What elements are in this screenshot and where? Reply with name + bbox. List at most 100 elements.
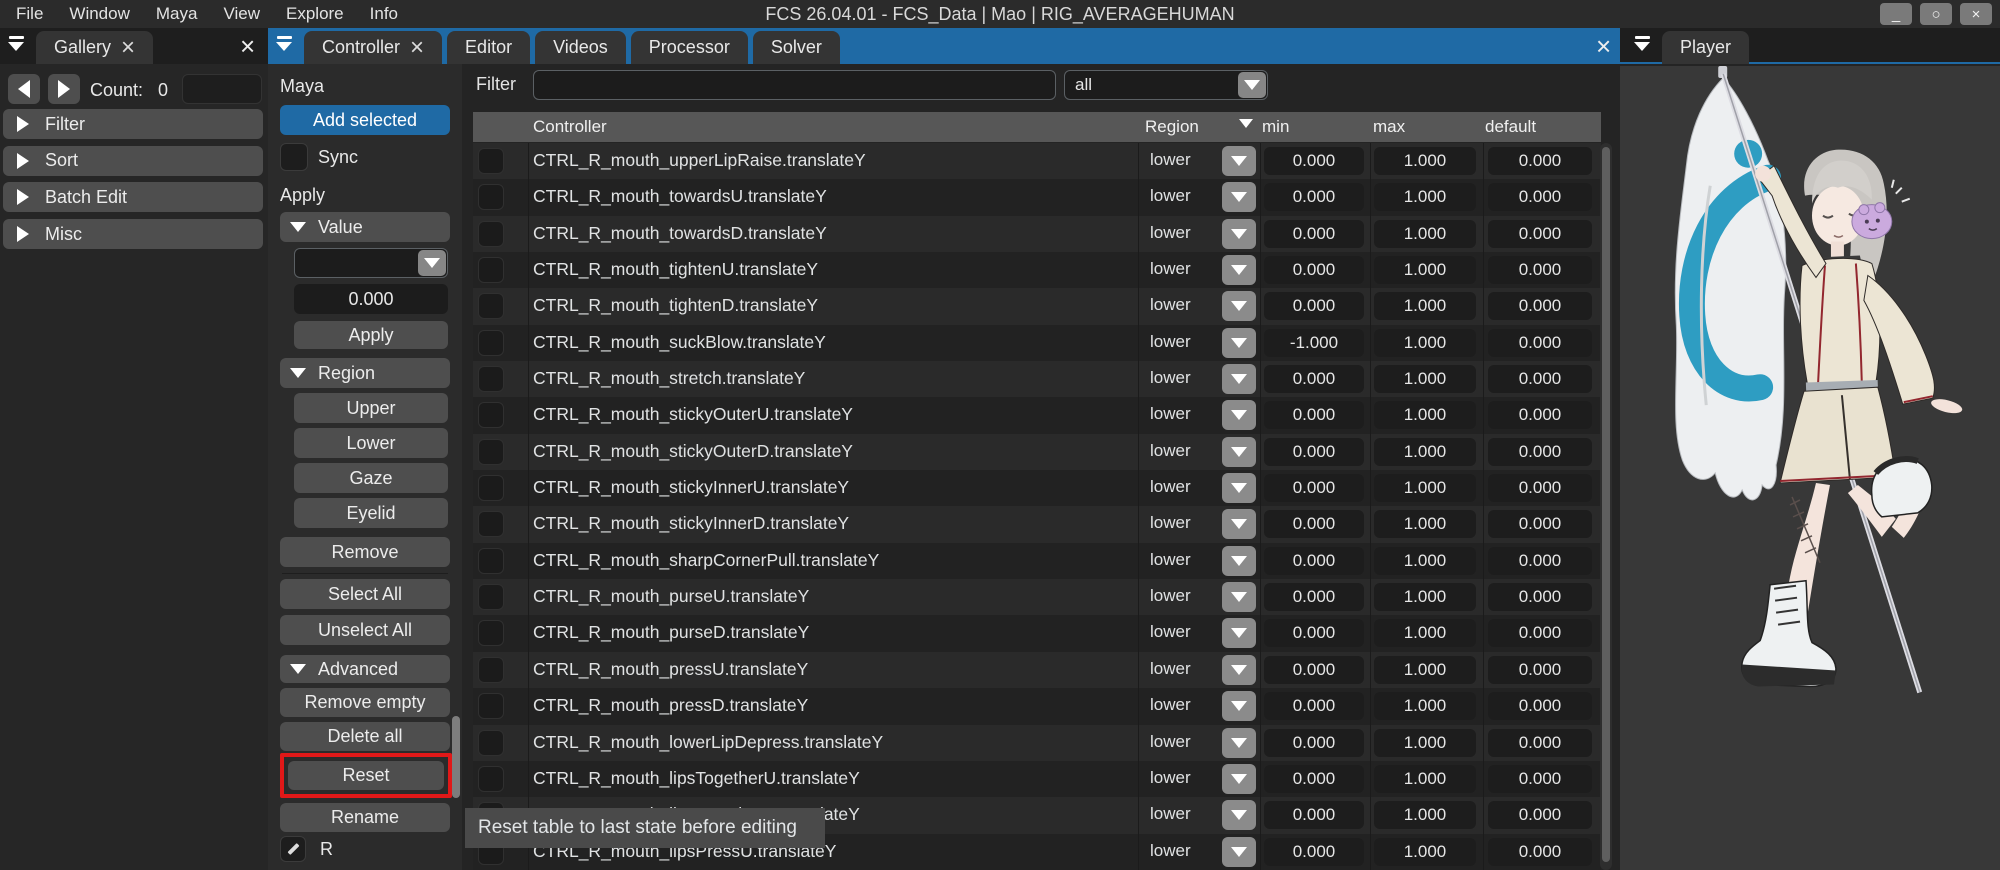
table-row[interactable]: CTRL_R_mouth_stickyInnerD.translateYlowe…: [473, 506, 1601, 542]
max-value-field[interactable]: 1.000: [1374, 583, 1476, 611]
section-batch-edit[interactable]: Batch Edit: [3, 182, 263, 212]
region-dropdown-button[interactable]: [1222, 255, 1256, 285]
apply-button[interactable]: Apply: [294, 321, 448, 349]
menu-file[interactable]: File: [16, 4, 43, 24]
min-value-field[interactable]: 0.000: [1264, 583, 1364, 611]
region-section-header[interactable]: Region: [280, 358, 450, 388]
upper-button[interactable]: Upper: [294, 393, 448, 423]
table-scrollbar[interactable]: [1600, 143, 1612, 870]
tab-solver[interactable]: Solver: [753, 31, 840, 64]
max-value-field[interactable]: 1.000: [1374, 547, 1476, 575]
default-value-field[interactable]: 0.000: [1488, 801, 1592, 829]
region-dropdown-button[interactable]: [1222, 146, 1256, 176]
max-value-field[interactable]: 1.000: [1374, 147, 1476, 175]
region-dropdown-button[interactable]: [1222, 546, 1256, 576]
default-value-field[interactable]: 0.000: [1488, 220, 1592, 248]
min-value-field[interactable]: 0.000: [1264, 256, 1364, 284]
default-value-field[interactable]: 0.000: [1488, 510, 1592, 538]
default-value-field[interactable]: 0.000: [1488, 183, 1592, 211]
region-dropdown-button[interactable]: [1222, 328, 1256, 358]
max-value-field[interactable]: 1.000: [1374, 619, 1476, 647]
sort-caret-icon[interactable]: [1239, 119, 1253, 128]
min-value-field[interactable]: 0.000: [1264, 438, 1364, 466]
row-checkbox[interactable]: [478, 366, 504, 392]
rename-button[interactable]: Rename: [280, 803, 450, 832]
rename-mode-checkbox[interactable]: [280, 836, 306, 862]
row-checkbox[interactable]: [478, 620, 504, 646]
max-value-field[interactable]: 1.000: [1374, 692, 1476, 720]
dropdown-button[interactable]: [1238, 72, 1266, 98]
max-value-field[interactable]: 1.000: [1374, 729, 1476, 757]
filter-input[interactable]: [533, 70, 1056, 100]
default-value-field[interactable]: 0.000: [1488, 401, 1592, 429]
region-dropdown-button[interactable]: [1222, 291, 1256, 321]
tab-controller[interactable]: Controller×: [304, 31, 442, 64]
row-checkbox[interactable]: [478, 184, 504, 210]
table-row[interactable]: CTRL_R_mouth_suckBlow.translateYlower-1.…: [473, 325, 1601, 361]
row-checkbox[interactable]: [478, 584, 504, 610]
gallery-panel-close-icon[interactable]: ×: [240, 30, 255, 62]
select-all-button[interactable]: Select All: [280, 579, 450, 609]
panel-menu-caret-icon[interactable]: [8, 36, 24, 51]
menu-explore[interactable]: Explore: [286, 4, 344, 24]
tab-gallery-close-icon[interactable]: ×: [121, 36, 135, 60]
max-value-field[interactable]: 1.000: [1374, 438, 1476, 466]
table-row[interactable]: CTRL_R_mouth_pressU.translateYlower0.000…: [473, 652, 1601, 688]
region-dropdown-button[interactable]: [1222, 509, 1256, 539]
default-value-field[interactable]: 0.000: [1488, 619, 1592, 647]
remove-empty-button[interactable]: Remove empty: [280, 688, 450, 717]
default-value-field[interactable]: 0.000: [1488, 292, 1592, 320]
max-value-field[interactable]: 1.000: [1374, 292, 1476, 320]
gaze-button[interactable]: Gaze: [294, 463, 448, 493]
min-value-field[interactable]: 0.000: [1264, 401, 1364, 429]
column-header-default[interactable]: default: [1485, 117, 1536, 137]
close-window-button[interactable]: ×: [1960, 3, 1992, 25]
value-type-dropdown[interactable]: [294, 248, 448, 278]
table-row[interactable]: CTRL_R_mouth_purseD.translateYlower0.000…: [473, 615, 1601, 651]
table-row[interactable]: CTRL_R_mouth_pressD.translateYlower0.000…: [473, 688, 1601, 724]
column-header-region[interactable]: Region: [1145, 117, 1199, 137]
min-value-field[interactable]: 0.000: [1264, 656, 1364, 684]
table-row[interactable]: CTRL_R_mouth_stretch.translateYlower0.00…: [473, 361, 1601, 397]
row-checkbox[interactable]: [478, 293, 504, 319]
max-value-field[interactable]: 1.000: [1374, 474, 1476, 502]
max-value-field[interactable]: 1.000: [1374, 765, 1476, 793]
table-row[interactable]: CTRL_R_mouth_upperLipRaise.translateYlow…: [473, 143, 1601, 179]
max-value-field[interactable]: 1.000: [1374, 365, 1476, 393]
table-row[interactable]: CTRL_R_mouth_tightenD.translateYlower0.0…: [473, 288, 1601, 324]
min-value-field[interactable]: 0.000: [1264, 220, 1364, 248]
tab-player[interactable]: Player: [1662, 31, 1749, 64]
section-filter[interactable]: Filter: [3, 109, 263, 139]
row-checkbox[interactable]: [478, 330, 504, 356]
reset-button[interactable]: Reset: [288, 761, 444, 790]
menu-info[interactable]: Info: [370, 4, 398, 24]
max-value-field[interactable]: 1.000: [1374, 183, 1476, 211]
min-value-field[interactable]: 0.000: [1264, 292, 1364, 320]
section-sort[interactable]: Sort: [3, 146, 263, 176]
table-row[interactable]: CTRL_R_mouth_towardsU.translateYlower0.0…: [473, 179, 1601, 215]
min-value-field[interactable]: 0.000: [1264, 729, 1364, 757]
table-row[interactable]: CTRL_R_mouth_sharpCornerPull.translateYl…: [473, 543, 1601, 579]
min-value-field[interactable]: 0.000: [1264, 619, 1364, 647]
tab-gallery[interactable]: Gallery ×: [36, 31, 153, 64]
region-dropdown-button[interactable]: [1222, 728, 1256, 758]
region-dropdown-button[interactable]: [1222, 364, 1256, 394]
table-row[interactable]: CTRL_R_mouth_lowerLipDepress.translateYl…: [473, 725, 1601, 761]
tab-processor[interactable]: Processor: [631, 31, 748, 64]
max-value-field[interactable]: 1.000: [1374, 220, 1476, 248]
next-button[interactable]: [48, 74, 80, 104]
menu-window[interactable]: Window: [69, 4, 129, 24]
region-dropdown-button[interactable]: [1222, 400, 1256, 430]
panel-menu-caret-icon[interactable]: [276, 36, 292, 51]
eyelid-button[interactable]: Eyelid: [294, 498, 448, 528]
value-section-header[interactable]: Value: [280, 212, 450, 242]
min-value-field[interactable]: 0.000: [1264, 838, 1364, 866]
row-checkbox[interactable]: [478, 657, 504, 683]
row-checkbox[interactable]: [478, 693, 504, 719]
min-value-field[interactable]: 0.000: [1264, 183, 1364, 211]
default-value-field[interactable]: 0.000: [1488, 729, 1592, 757]
min-value-field[interactable]: 0.000: [1264, 365, 1364, 393]
column-header-min[interactable]: min: [1262, 117, 1289, 137]
menu-view[interactable]: View: [223, 4, 260, 24]
min-value-field[interactable]: -1.000: [1264, 329, 1364, 357]
